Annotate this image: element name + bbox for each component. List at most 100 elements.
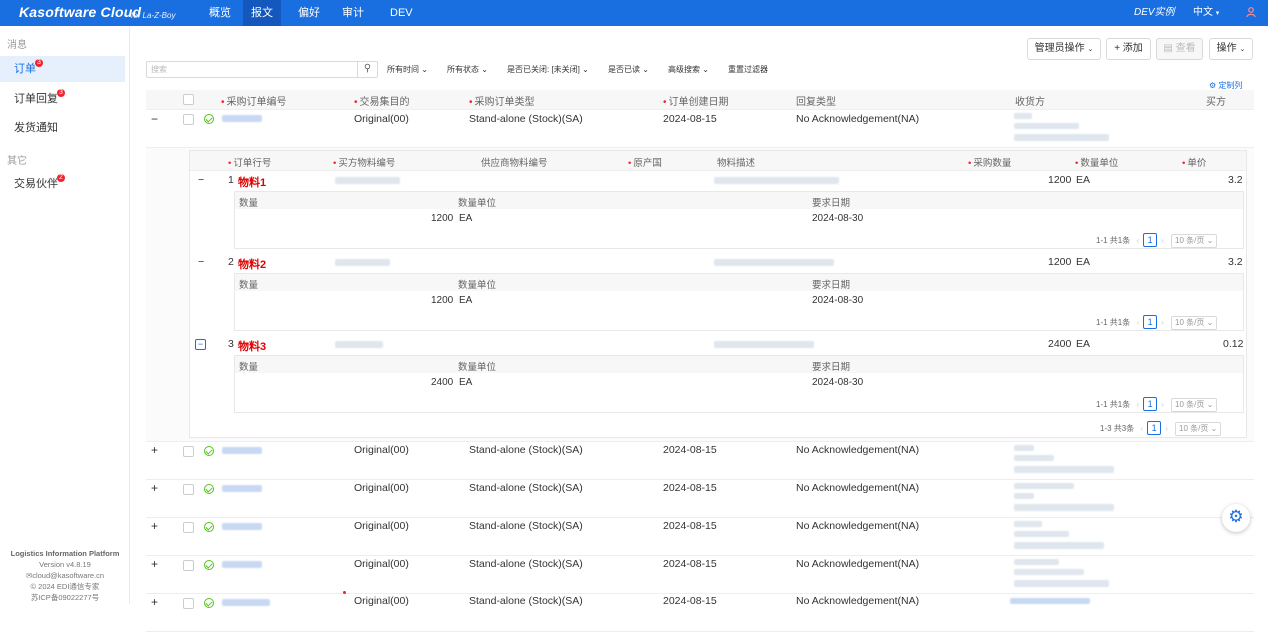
table-row[interactable]: + Original(00) Stand-alone (Stock)(SA) 2… (146, 556, 1254, 594)
collapse-line-icon[interactable]: − (198, 174, 204, 186)
filter-time[interactable]: 所有时间 ⌄ (387, 64, 428, 75)
filter-status[interactable]: 所有状态 ⌄ (447, 64, 488, 75)
order-line-row[interactable]: − 1 物料1 1200 EA 3.2 (190, 172, 1246, 190)
col-ship-to[interactable]: 收货方 (1015, 93, 1045, 108)
col-supplier-material[interactable]: 供应商物料编号 (481, 155, 548, 169)
filter-read[interactable]: 是否已读 ⌄ (608, 64, 649, 75)
expand-row-icon[interactable]: + (151, 481, 158, 495)
sidebar-item-partners[interactable]: 交易伙伴2 (0, 171, 125, 197)
support-email[interactable]: ✉cloud@kasoftware.cn (0, 571, 130, 580)
expand-row-icon[interactable]: + (151, 557, 158, 571)
col-buyer-material[interactable]: • 买方物料编号 (333, 155, 395, 169)
buyer-material-redacted (335, 259, 390, 266)
col-po-number[interactable]: • 采购订单编号 (221, 93, 287, 108)
add-button[interactable]: + 添加 (1106, 38, 1151, 60)
row-checkbox[interactable] (183, 522, 194, 533)
po-number-redacted[interactable] (222, 485, 262, 492)
table-row[interactable]: − Original(00) Stand-alone (Stock)(SA) 2… (146, 110, 1254, 148)
filter-closed[interactable]: 是否已关闭: [未关闭] ⌄ (507, 64, 589, 75)
search-icon[interactable]: ⚲ (357, 61, 377, 78)
next-page-icon[interactable]: › (1161, 318, 1164, 327)
settings-gear-icon[interactable]: ⚙ (1222, 504, 1250, 532)
filter-advanced[interactable]: 高级搜索 ⌄ (668, 64, 709, 75)
col-created-date[interactable]: • 订单创建日期 (663, 93, 729, 108)
page-size-select[interactable]: 10 条/页 ⌄ (1175, 422, 1222, 436)
table-row[interactable]: + Original(00) Stand-alone (Stock)(SA) 2… (146, 480, 1254, 518)
schedule-pagination: 1-1 共1条 ‹ 1 › 10 条/页 ⌄ (1096, 315, 1218, 330)
gear-icon: ⚙ (1209, 81, 1217, 90)
col-reply-type[interactable]: 回复类型 (796, 93, 836, 108)
table-row[interactable]: + Original(00) Stand-alone (Stock)(SA) 2… (146, 518, 1254, 556)
env-label[interactable]: DEV实例 (1134, 0, 1175, 26)
col-buyer[interactable]: 买方 (1206, 93, 1226, 108)
nav-overview[interactable]: 概览 (201, 0, 239, 26)
po-number-redacted[interactable] (222, 523, 262, 530)
table-row[interactable]: + Original(00) Stand-alone (Stock)(SA) 2… (146, 594, 1254, 632)
prev-page-icon[interactable]: ‹ (1136, 400, 1139, 409)
expand-row-icon[interactable]: + (151, 443, 158, 457)
col-po-type[interactable]: • 采购订单类型 (469, 93, 535, 108)
expand-row-icon[interactable]: + (151, 519, 158, 533)
nav-dev[interactable]: DEV (382, 0, 421, 26)
sidebar-item-orders[interactable]: 订单3 (0, 56, 125, 82)
order-line-row[interactable]: − 3 物料3 2400 EA 0.12 (190, 336, 1246, 354)
sidebar-item-order-replies[interactable]: 订单回复3 (0, 86, 125, 112)
page-size-select[interactable]: 10 条/页 ⌄ (1171, 398, 1218, 412)
search-input[interactable]: 搜索 ⚲ (146, 61, 378, 78)
row-checkbox[interactable] (183, 484, 194, 495)
po-type-cell: Stand-alone (Stock)(SA) (469, 113, 583, 125)
po-type-cell: Stand-alone (Stock)(SA) (469, 558, 583, 570)
col-line-number[interactable]: • 订单行号 (228, 155, 271, 169)
row-checkbox[interactable] (183, 560, 194, 571)
po-number-redacted[interactable] (222, 561, 262, 568)
chevron-down-icon: ⌄ (1087, 46, 1094, 53)
admin-actions-button[interactable]: 管理员操作 ⌄ (1027, 38, 1101, 60)
page-size-select[interactable]: 10 条/页 ⌄ (1171, 234, 1218, 248)
user-icon[interactable] (1246, 0, 1256, 26)
col-unit-price[interactable]: • 单价 (1182, 155, 1206, 169)
view-button[interactable]: ▤ 查看 (1156, 38, 1203, 60)
next-page-icon[interactable]: › (1161, 400, 1164, 409)
po-number-redacted[interactable] (222, 447, 262, 454)
reset-filters-link[interactable]: 重置过滤器 (728, 64, 768, 75)
nav-messages[interactable]: 报文 (243, 0, 281, 26)
next-page-icon[interactable]: › (1165, 424, 1168, 433)
next-page-icon[interactable]: › (1161, 236, 1164, 245)
collapse-line-icon[interactable]: − (195, 339, 206, 350)
col-material-desc[interactable]: 物料描述 (717, 155, 755, 169)
collapse-row-icon[interactable]: − (151, 112, 158, 126)
page-number[interactable]: 1 (1143, 397, 1158, 411)
sidebar-item-shipping-notices[interactable]: 发货通知 (0, 115, 125, 141)
sched-unit: EA (459, 213, 473, 224)
prev-page-icon[interactable]: ‹ (1140, 424, 1143, 433)
col-purpose[interactable]: • 交易集目的 (354, 93, 410, 108)
col-origin-country[interactable]: • 原产国 (628, 155, 662, 169)
order-line-row[interactable]: − 2 物料2 1200 EA 3.2 (190, 254, 1246, 272)
page-number[interactable]: 1 (1147, 421, 1162, 435)
po-number-redacted[interactable] (222, 599, 270, 606)
language-switcher[interactable]: 中文 ▾ (1193, 0, 1219, 26)
col-order-qty[interactable]: • 采购数量 (968, 155, 1011, 169)
col-qty-unit[interactable]: • 数量单位 (1075, 155, 1118, 169)
po-number-redacted[interactable] (222, 115, 262, 122)
collapse-line-icon[interactable]: − (198, 256, 204, 268)
page-number[interactable]: 1 (1143, 315, 1158, 329)
nav-preferences[interactable]: 偏好 (290, 0, 328, 26)
page-size-select[interactable]: 10 条/页 ⌄ (1171, 316, 1218, 330)
prev-page-icon[interactable]: ‹ (1136, 236, 1139, 245)
nav-audit[interactable]: 审计 (334, 0, 372, 26)
select-all-checkbox[interactable] (183, 94, 194, 105)
chevron-down-icon: ⌄ (421, 65, 428, 74)
expand-row-icon[interactable]: + (151, 595, 158, 609)
purpose-cell: Original(00) (354, 558, 409, 570)
date-cell: 2024-08-15 (663, 595, 717, 607)
chevron-down-icon: ⌄ (642, 65, 649, 74)
table-row[interactable]: + Original(00) Stand-alone (Stock)(SA) 2… (146, 442, 1254, 480)
row-checkbox[interactable] (183, 446, 194, 457)
date-cell: 2024-08-15 (663, 113, 717, 125)
prev-page-icon[interactable]: ‹ (1136, 318, 1139, 327)
icp-license[interactable]: 苏ICP备09022277号 (0, 593, 130, 602)
operations-button[interactable]: 操作 ⌄ (1209, 38, 1253, 60)
page-number[interactable]: 1 (1143, 233, 1158, 247)
row-checkbox[interactable] (183, 114, 194, 125)
